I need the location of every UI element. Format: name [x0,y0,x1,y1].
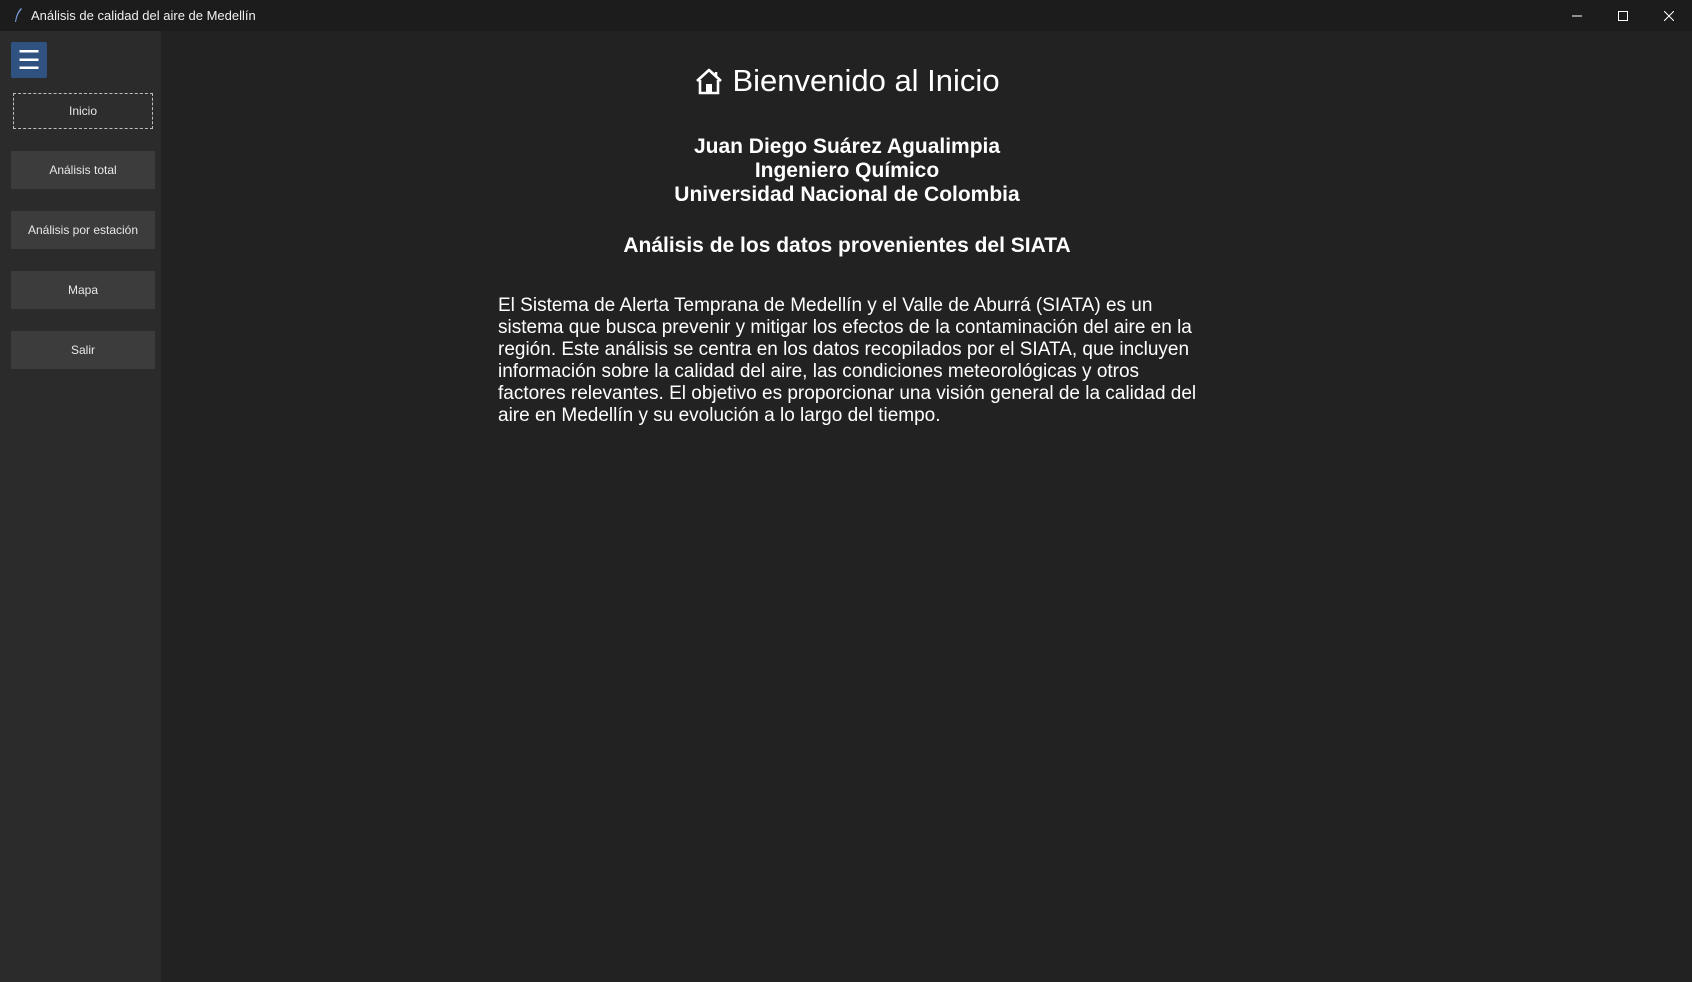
close-button[interactable] [1646,0,1692,31]
maximize-icon [1618,10,1628,21]
sidebar: ☰ Inicio Análisis total Análisis por est… [0,31,161,982]
page-title: Bienvenido al Inicio [732,63,1000,98]
title-bar[interactable]: Análisis de calidad del aire de Medellín [0,0,1692,31]
main-content: Bienvenido al Inicio Juan Diego Suárez A… [161,31,1692,982]
author-institution: Universidad Nacional de Colombia [674,183,1020,206]
home-icon [696,68,723,95]
sidebar-item-inicio[interactable]: Inicio [13,93,153,129]
maximize-button[interactable] [1600,0,1646,31]
minimize-button[interactable] [1554,0,1600,31]
page-heading: Bienvenido al Inicio [161,63,1533,99]
author-name: Juan Diego Suárez Agualimpia [693,135,1001,158]
sidebar-item-salir[interactable]: Salir [11,331,155,369]
app-window: Análisis de calidad del aire de Medellín… [0,0,1692,982]
description-text: El Sistema de Alerta Temprana de Medellí… [498,295,1197,426]
minimize-icon [1572,15,1582,16]
sidebar-item-analisis-por-estacion[interactable]: Análisis por estación [11,211,155,249]
menu-toggle-button[interactable]: ☰ [11,42,47,78]
window-title: Análisis de calidad del aire de Medellín [31,8,256,23]
sidebar-item-mapa[interactable]: Mapa [11,271,155,309]
author-role: Ingeniero Químico [754,159,940,182]
section-subtitle: Análisis de los datos provenientes del S… [623,234,1071,257]
sidebar-item-analisis-total[interactable]: Análisis total [11,151,155,189]
close-icon [1664,10,1674,21]
author-block: Juan Diego Suárez Agualimpia Ingeniero Q… [161,135,1533,207]
hamburger-menu-icon: ☰ [17,45,41,75]
feather-icon [15,8,22,22]
